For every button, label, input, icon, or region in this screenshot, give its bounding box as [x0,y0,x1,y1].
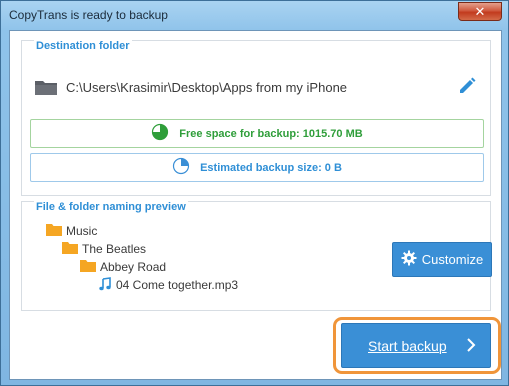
destination-folder-title: Destination folder [34,40,132,52]
free-space-box: Free space for backup: 1015.70 MB [30,119,484,148]
folder-icon [80,259,100,275]
folder-icon [46,223,66,239]
customize-button[interactable]: Customize [392,242,492,277]
naming-tree: Music The Beatles Abbey Road 04 Come tog… [46,222,238,294]
chevron-right-icon [466,337,476,356]
close-button[interactable]: ✕ [458,2,502,21]
tree-item-abbey-road: Abbey Road [80,258,238,276]
folder-icon [34,78,58,96]
tree-item-label: Abbey Road [100,260,167,274]
naming-preview-group: File & folder naming preview Music The B… [21,201,492,311]
pie-chart-icon [172,157,200,178]
naming-preview-title: File & folder naming preview [34,201,188,213]
tree-item-song-file: 04 Come together.mp3 [98,276,238,294]
destination-path-row: C:\Users\Krasimir\Desktop\Apps from my i… [34,73,478,101]
estimated-size-label: Estimated backup size: 0 B [200,161,342,174]
tree-item-label: The Beatles [82,242,147,256]
dialog-body: Destination folder C:\Users\Krasimir\Des… [9,30,502,380]
start-backup-label: Start backup [368,337,447,354]
free-space-label: Free space for backup: 1015.70 MB [179,127,363,140]
destination-path: C:\Users\Krasimir\Desktop\Apps from my i… [66,79,348,95]
tree-item-music: Music [46,222,238,240]
tree-item-label: Music [66,224,98,238]
pie-chart-icon [151,123,179,144]
title-bar: CopyTrans is ready to backup ✕ [1,1,508,31]
estimated-size-box: Estimated backup size: 0 B [30,153,484,182]
gear-icon [401,250,422,269]
music-note-icon [98,276,116,294]
close-icon: ✕ [474,3,486,19]
customize-label: Customize [421,252,484,267]
window-title: CopyTrans is ready to backup [9,8,168,22]
start-backup-button[interactable]: Start backup [341,323,491,368]
folder-icon [62,241,82,257]
tree-item-the-beatles: The Beatles [62,240,238,258]
pencil-icon[interactable] [456,75,478,97]
destination-folder-group: Destination folder C:\Users\Krasimir\Des… [21,40,491,196]
tree-item-label: 04 Come together.mp3 [116,278,239,292]
app-window: CopyTrans is ready to backup ✕ Destinati… [0,0,509,386]
